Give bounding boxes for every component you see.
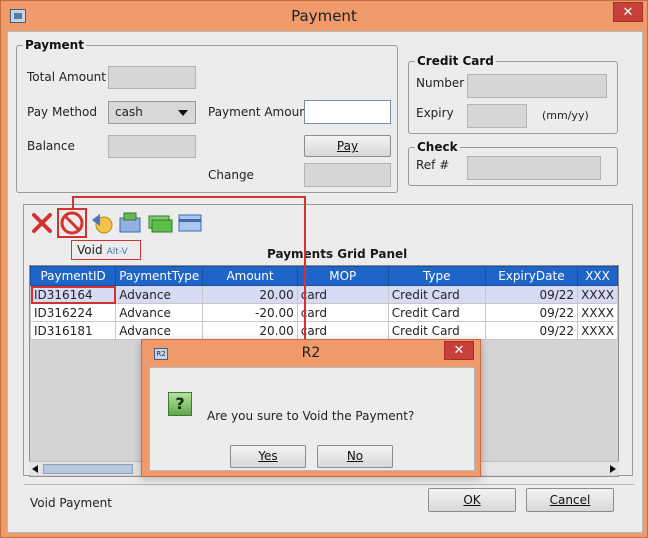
cancel-button[interactable]: Cancel: [526, 488, 614, 512]
pay-button-label: Pay: [336, 139, 359, 153]
expiry-format-hint: (mm/yy): [542, 109, 589, 122]
cell-amount: 20.00: [202, 285, 298, 304]
card-icon[interactable]: [177, 210, 203, 236]
payment-amount-label: Payment Amount: [208, 105, 312, 119]
table-row[interactable]: ID316181 Advance 20.00 card Credit Card …: [30, 321, 618, 340]
no-button[interactable]: No: [317, 445, 393, 468]
scroll-left-icon[interactable]: [32, 465, 38, 473]
column-header-type[interactable]: Type: [387, 266, 486, 286]
pay-method-select[interactable]: cash: [108, 101, 196, 124]
card-number-field: [467, 74, 607, 98]
ok-button[interactable]: OK: [428, 488, 516, 512]
cell-mop: card: [296, 285, 389, 304]
question-icon: ?: [168, 392, 192, 416]
scroll-thumb[interactable]: [43, 464, 133, 474]
column-header-payment-id[interactable]: PaymentID: [30, 266, 117, 286]
cell-payment-id: ID316164: [30, 285, 117, 304]
pay-method-label: Pay Method: [27, 105, 97, 119]
table-row[interactable]: ID316224 Advance -20.00 card Credit Card…: [30, 303, 618, 322]
no-button-label: No: [346, 449, 364, 463]
column-header-payment-type[interactable]: PaymentType: [115, 266, 204, 286]
balance-label: Balance: [27, 139, 75, 153]
pay-button[interactable]: Pay: [304, 135, 391, 157]
annotation-connector-vertical-left: [72, 196, 74, 210]
dialog-close-button[interactable]: ✕: [444, 341, 474, 360]
change-label: Change: [208, 168, 254, 182]
cell-expiry-date: 09/22: [484, 321, 579, 340]
cell-amount: 20.00: [202, 321, 298, 340]
delete-icon[interactable]: [29, 210, 55, 236]
cell-extra: XXXX: [577, 285, 618, 304]
column-header-amount[interactable]: Amount: [202, 266, 298, 286]
table-header-row: PaymentID PaymentType Amount MOP Type Ex…: [30, 266, 618, 286]
card-number-label: Number: [416, 76, 465, 90]
chevron-down-icon: [178, 110, 188, 116]
pay-method-value: cash: [115, 105, 143, 119]
cell-expiry-date: 09/22: [484, 285, 579, 304]
void-icon[interactable]: [59, 210, 85, 236]
total-amount-field: [108, 66, 196, 89]
table-row[interactable]: ID316164 Advance 20.00 card Credit Card …: [30, 285, 618, 304]
payment-amount-input[interactable]: [304, 100, 391, 124]
annotation-connector-horizontal: [72, 196, 306, 198]
dialog-body: ? Are you sure to Void the Payment? Yes …: [149, 367, 475, 471]
balance-field: [108, 135, 196, 158]
grid-panel-title: Payments Grid Panel: [267, 247, 408, 261]
cell-mop: card: [296, 303, 389, 322]
payment-icon[interactable]: [117, 210, 143, 236]
window-close-button[interactable]: ✕: [613, 2, 643, 22]
title-bar[interactable]: Payment ✕: [1, 1, 647, 31]
dialog-title: R2: [301, 345, 321, 361]
cell-type: Credit Card: [387, 321, 486, 340]
window-title: Payment: [291, 7, 357, 25]
ref-number-field: [467, 156, 601, 180]
cell-extra: XXXX: [577, 303, 618, 322]
column-header-expiry-date[interactable]: ExpiryDate: [484, 266, 579, 286]
void-tooltip-text: Void: [77, 243, 103, 257]
cash-icon[interactable]: [147, 210, 173, 236]
confirm-dialog: R2 R2 ✕ ? Are you sure to Void the Payme…: [141, 339, 481, 477]
cell-type: Credit Card: [387, 285, 486, 304]
cell-payment-type: Advance: [115, 321, 204, 340]
ok-button-label: OK: [463, 493, 481, 507]
check-legend: Check: [417, 140, 458, 154]
payment-window: Payment ✕ Payment Total Amount Pay Metho…: [0, 0, 648, 538]
payment-group-legend: Payment: [25, 38, 84, 52]
cancel-button-label: Cancel: [549, 493, 591, 507]
void-tooltip: Void Alt-V: [77, 243, 128, 257]
expiry-label: Expiry: [416, 106, 454, 120]
cell-payment-id: ID316224: [30, 303, 117, 322]
credit-card-legend: Credit Card: [417, 54, 494, 68]
payments-table: PaymentID PaymentType Amount MOP Type Ex…: [30, 266, 618, 340]
column-header-extra[interactable]: XXX: [577, 266, 618, 286]
cell-payment-type: Advance: [115, 285, 204, 304]
cell-extra: XXXX: [577, 321, 618, 340]
cell-amount: -20.00: [202, 303, 298, 322]
status-text: Void Payment: [30, 496, 112, 510]
total-amount-label: Total Amount: [27, 70, 106, 84]
change-field: [304, 163, 391, 187]
dialog-message: Are you sure to Void the Payment?: [207, 409, 415, 423]
back-icon[interactable]: [89, 210, 115, 236]
expiry-field: [467, 104, 527, 128]
yes-button-label: Yes: [258, 449, 278, 463]
cell-type: Credit Card: [387, 303, 486, 322]
scroll-right-icon[interactable]: [610, 465, 616, 473]
cell-expiry-date: 09/22: [484, 303, 579, 322]
void-shortcut: Alt-V: [106, 247, 128, 257]
column-header-mop[interactable]: MOP: [296, 266, 389, 286]
cell-mop: card: [296, 321, 389, 340]
cell-payment-type: Advance: [115, 303, 204, 322]
yes-button[interactable]: Yes: [230, 445, 306, 468]
cell-payment-id: ID316181: [30, 321, 117, 340]
ref-number-label: Ref #: [416, 158, 450, 172]
